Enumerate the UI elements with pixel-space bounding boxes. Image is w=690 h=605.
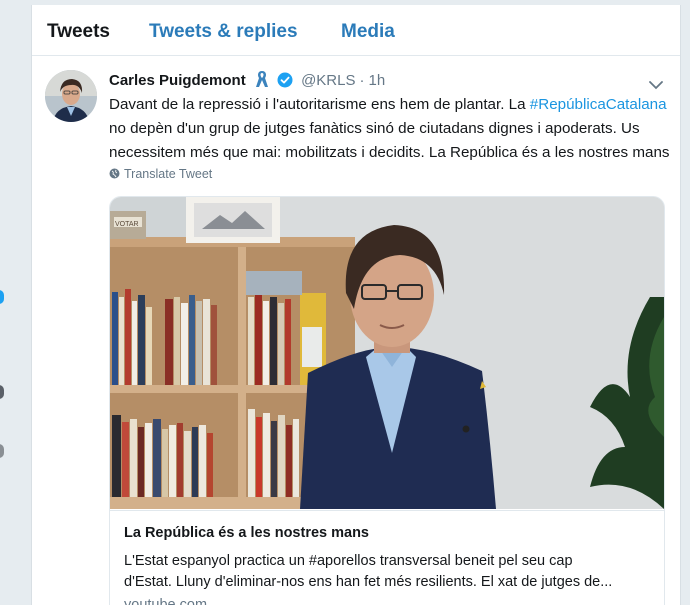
left-edge-dot-gray xyxy=(0,444,4,458)
video-thumbnail[interactable]: VOTAR xyxy=(110,197,664,509)
hashtag-link[interactable]: #RepúblicaCatalana xyxy=(530,96,667,113)
globe-icon xyxy=(109,168,120,179)
link-card-body[interactable]: La República és a les nostres mans L'Est… xyxy=(110,510,664,605)
card-domain: youtube.com xyxy=(124,597,208,605)
profile-tabs: Tweets Tweets & replies Media xyxy=(32,5,680,56)
chevron-down-icon[interactable] xyxy=(649,77,663,90)
verified-badge-icon xyxy=(277,72,293,88)
votar-sign: VOTAR xyxy=(115,221,139,228)
tweet-header: Carles Puigdemont @KRLS · 1h xyxy=(109,70,385,92)
left-column-edge xyxy=(0,0,30,605)
card-title: La República és a les nostres mans xyxy=(124,525,369,541)
left-edge-dot-dark xyxy=(0,385,4,399)
tweet-text-line-1: Davant de la repressió i l'autoritarisme… xyxy=(109,93,679,117)
tweet-text: Davant de la repressió i l'autoritarisme… xyxy=(109,93,679,165)
left-edge-dot-blue xyxy=(0,290,4,304)
avatar[interactable] xyxy=(45,70,97,122)
tweet-text-line-3: necessitem més que mai: mobilitzats i de… xyxy=(109,144,670,161)
tweet-text-segment: Davant de la repressió i l'autoritarisme… xyxy=(109,96,530,113)
translate-label: Translate Tweet xyxy=(124,167,213,181)
link-card[interactable]: VOTAR La República és a les nostres mans… xyxy=(109,196,665,605)
tab-tweets-and-replies[interactable]: Tweets & replies xyxy=(149,21,298,43)
card-description-line-2: d'Estat. Lluny d'eliminar-nos ens han fe… xyxy=(124,574,613,590)
translate-tweet-link[interactable]: Translate Tweet xyxy=(109,167,212,181)
tab-tweets[interactable]: Tweets xyxy=(47,21,110,43)
tweet-timestamp[interactable]: 1h xyxy=(368,72,385,89)
timeline-panel: Tweets Tweets & replies Media Carles Pui… xyxy=(31,5,681,605)
author-name[interactable]: Carles Puigdemont xyxy=(109,72,246,89)
card-description-line-1: L'Estat espanyol practica un #aporellos … xyxy=(124,553,573,569)
tab-media[interactable]: Media xyxy=(341,21,395,43)
tweet-text-line-2: no depèn d'un grup de jutges fanàtics si… xyxy=(109,120,640,137)
author-handle[interactable]: @KRLS xyxy=(301,72,355,89)
header-separator: · xyxy=(359,72,365,89)
card-description: L'Estat espanyol practica un #aporellos … xyxy=(124,551,654,593)
yellow-ribbon-icon xyxy=(255,70,269,88)
tweet[interactable]: Carles Puigdemont @KRLS · 1h Davant de la … xyxy=(32,56,680,605)
